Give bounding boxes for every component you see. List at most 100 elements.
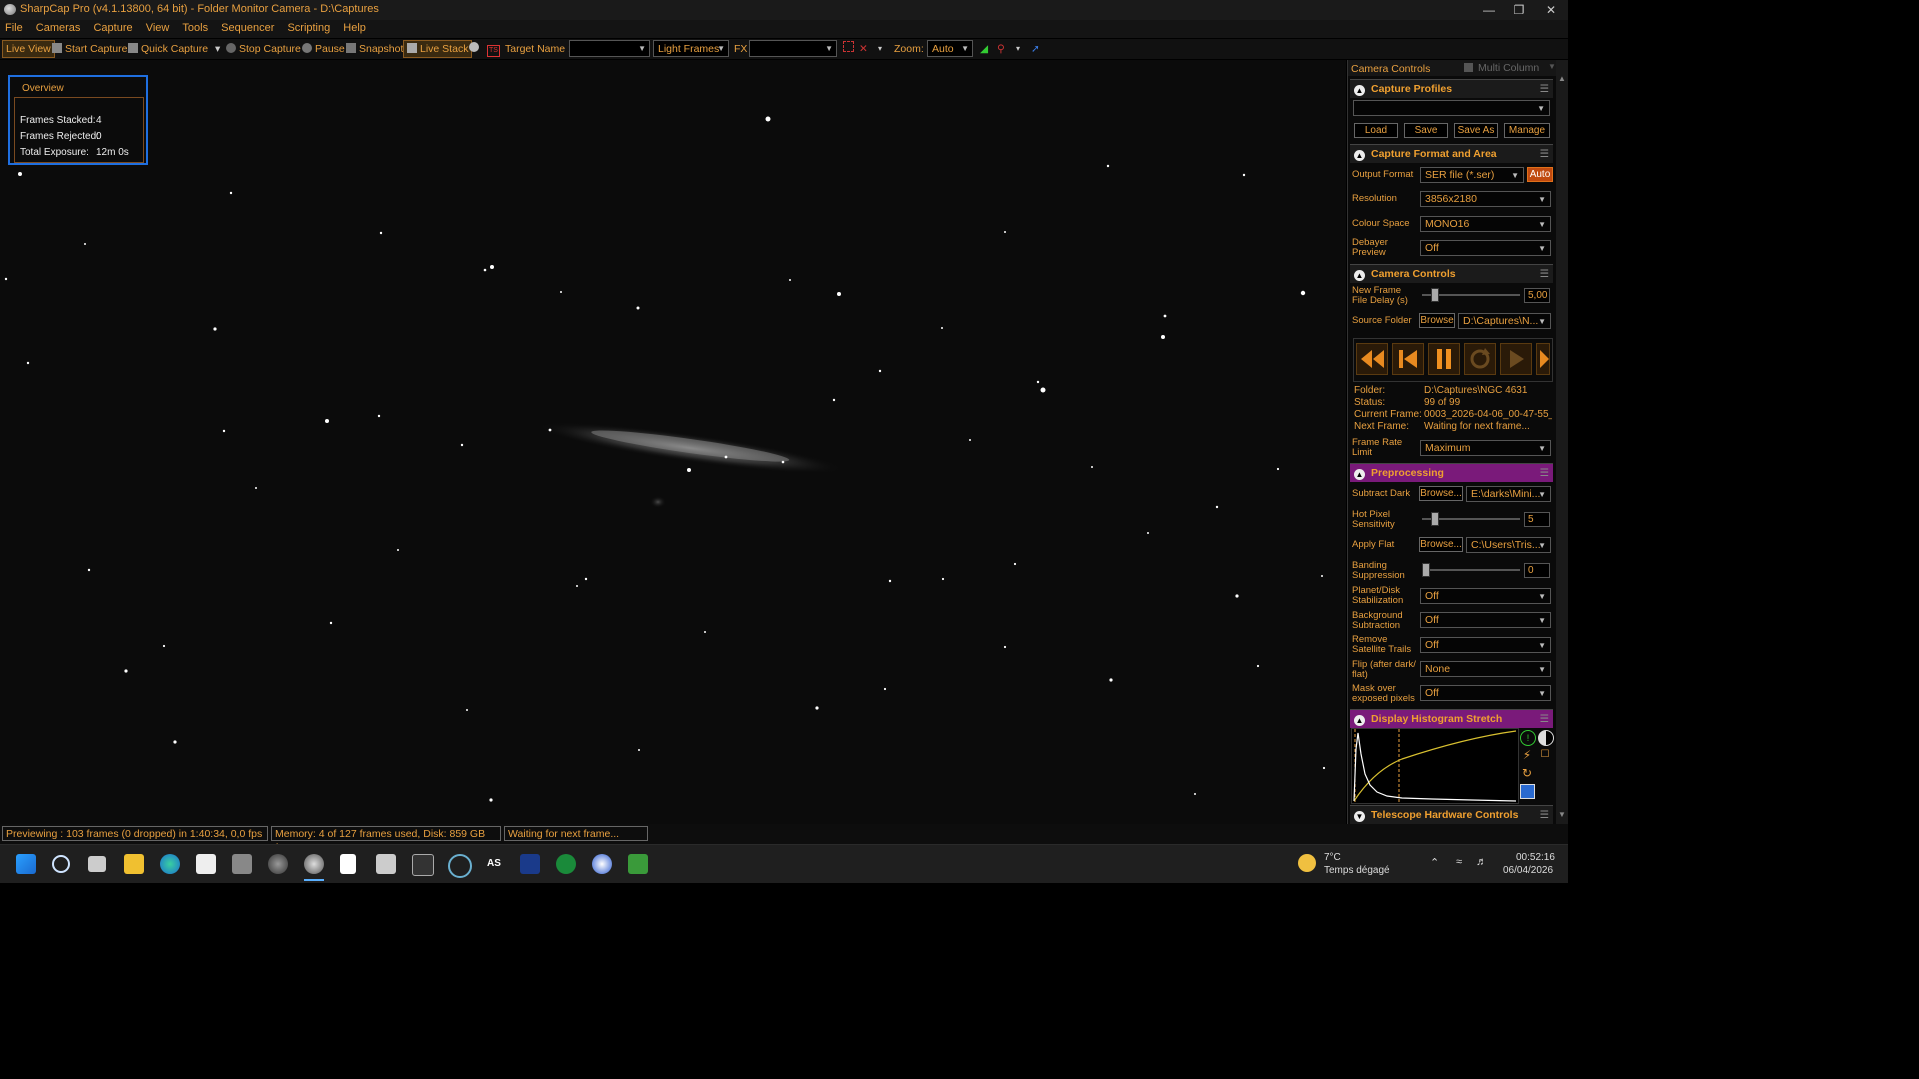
browse-dark-button[interactable]: Browse... [1419,486,1463,501]
rewind-button[interactable] [1356,343,1388,375]
pause-playback-button[interactable] [1428,343,1460,375]
flat-file-select[interactable]: C:\Users\Tris... ▼ [1466,537,1551,553]
no-timestamp-icon[interactable]: TS [487,41,500,57]
snapshot-button[interactable]: Snapshot [346,41,403,57]
next-frame-button[interactable] [1536,343,1550,375]
background-subtraction-select[interactable]: Off ▼ [1420,612,1551,628]
frame-rate-select[interactable]: Maximum ▼ [1420,440,1551,456]
save-as-button[interactable]: Save As [1454,123,1498,138]
reload-button[interactable] [1464,343,1496,375]
banding-slider[interactable] [1422,569,1520,571]
auto-stretch-icon[interactable]: ! [1520,730,1536,746]
remove-satellite-trails-select[interactable]: Off ▼ [1420,637,1551,653]
restore-icon[interactable]: ❐ [1504,0,1534,20]
mask-overexposed-select[interactable]: Off ▼ [1420,685,1551,701]
browse-source-button[interactable]: Browse [1419,313,1455,328]
planet-stabilization-select[interactable]: Off ▼ [1420,588,1551,604]
menu-capture[interactable]: Capture [88,20,137,34]
contrast-icon[interactable] [1538,730,1554,746]
hamburger-icon[interactable]: ☰ [1540,710,1549,728]
menu-tools[interactable]: Tools [177,20,213,34]
collapse-icon[interactable]: ▲ [1354,150,1365,161]
chevron-down-icon[interactable]: ▾ [215,43,220,55]
new-frame-delay-thumb[interactable] [1431,288,1440,302]
chevron-down-icon[interactable]: ▾ [878,41,882,57]
browse-flat-button[interactable]: Browse... [1419,537,1463,552]
live-view-button[interactable]: Live View [2,40,55,58]
image-viewport[interactable]: Overview Frames Stacked: 4 Frames Reject… [0,60,1346,824]
histogram-display[interactable] [1351,728,1519,804]
app-icon[interactable] [376,854,396,874]
terminal-icon[interactable] [412,854,434,876]
collapse-icon[interactable]: ▲ [1354,85,1365,96]
resolution-select[interactable]: 3856x2180 ▼ [1420,191,1551,207]
menu-help[interactable]: Help [338,20,371,34]
focus-tool-icon[interactable]: ⚲ [997,41,1005,57]
app-icon[interactable] [556,854,576,874]
volume-icon[interactable]: ♬ [1476,856,1487,868]
app-icon[interactable] [232,854,252,874]
store-icon[interactable] [196,854,216,874]
target-name-input[interactable]: ▼ [569,40,650,57]
chevron-up-icon[interactable]: ⌃ [1430,856,1439,869]
output-format-select[interactable]: SER file (*.ser) ▼ [1420,167,1524,183]
save-button[interactable]: Save [1404,123,1448,138]
menu-cameras[interactable]: Cameras [31,20,86,34]
source-folder-select[interactable]: D:\Captures\N... ▼ [1458,313,1551,329]
hamburger-icon[interactable]: ☰ [1540,80,1549,98]
manage-button[interactable]: Manage [1504,123,1550,138]
first-frame-button[interactable] [1392,343,1424,375]
section-capture-format[interactable]: ▲ Capture Format and Area ☰ [1350,144,1553,163]
frame-type-select[interactable]: Light Frames ▼ [653,40,729,57]
menu-file[interactable]: File [0,20,28,34]
menu-view[interactable]: View [141,20,175,34]
crosshair-icon[interactable]: ✕ [859,41,868,57]
lock-icon[interactable]: ☐ [1538,748,1552,762]
pause-button[interactable]: Pause [302,41,345,57]
app-icon[interactable]: AS [484,854,504,874]
dark-file-select[interactable]: E:\darks\Mini... ▼ [1466,486,1551,502]
hamburger-icon[interactable]: ☰ [1540,464,1549,482]
sharpcap-taskbar-icon[interactable] [304,854,324,874]
section-telescope[interactable]: ▼ Telescope Hardware Controls ☰ [1350,805,1553,824]
collapse-icon[interactable]: ▲ [1354,715,1365,726]
scroll-up-icon[interactable]: ▲ [1558,74,1566,83]
live-stack-button[interactable]: Live Stack [403,40,473,58]
expand-icon[interactable]: ▼ [1354,811,1365,822]
chevron-down-icon[interactable]: ▾ [1016,41,1020,57]
colour-space-select[interactable]: MONO16 ▼ [1420,216,1551,232]
debayer-select[interactable]: Off ▼ [1420,240,1551,256]
section-preprocessing[interactable]: ▲ Preprocessing ☰ [1350,463,1553,482]
section-histogram-stretch[interactable]: ▲ Display Histogram Stretch ☰ [1350,709,1553,728]
fx-select[interactable]: ▼ [749,40,837,57]
banding-thumb[interactable] [1422,563,1430,577]
hamburger-icon[interactable]: ☰ [1540,806,1549,824]
section-camera-controls[interactable]: ▲ Camera Controls ☰ [1350,264,1553,283]
document-icon[interactable] [340,854,356,874]
app-icon[interactable] [520,854,540,874]
new-frame-delay-input[interactable]: 5,00 [1524,288,1550,303]
wifi-icon[interactable]: ≈ [1456,856,1462,868]
section-capture-profiles[interactable]: ▲ Capture Profiles ☰ [1350,79,1553,98]
reset-icon[interactable]: ↻ [1520,766,1534,780]
hot-pixel-thumb[interactable] [1431,512,1440,526]
play-button[interactable] [1500,343,1532,375]
stop-capture-button[interactable]: Stop Capture [226,41,301,57]
close-icon[interactable]: ✕ [1536,0,1566,20]
hamburger-icon[interactable]: ☰ [1540,145,1549,163]
hot-pixel-input[interactable]: 5 [1524,512,1550,527]
menu-scripting[interactable]: Scripting [282,20,335,34]
collapse-icon[interactable]: ▲ [1354,469,1365,480]
profile-select[interactable]: ▼ [1353,100,1550,116]
multi-column-checkbox[interactable] [1464,63,1473,72]
task-view-icon[interactable] [88,856,106,872]
start-icon[interactable] [16,854,36,874]
app-icon[interactable] [592,854,612,874]
start-capture-button[interactable]: Start Capture [52,41,127,57]
weather-icon[interactable] [1298,854,1316,872]
app-icon[interactable] [628,854,648,874]
hamburger-icon[interactable]: ☰ [1540,265,1549,283]
menu-sequencer[interactable]: Sequencer [216,20,279,34]
selection-rect-icon[interactable] [843,41,854,57]
chevron-down-icon[interactable]: ▼ [1548,62,1556,71]
